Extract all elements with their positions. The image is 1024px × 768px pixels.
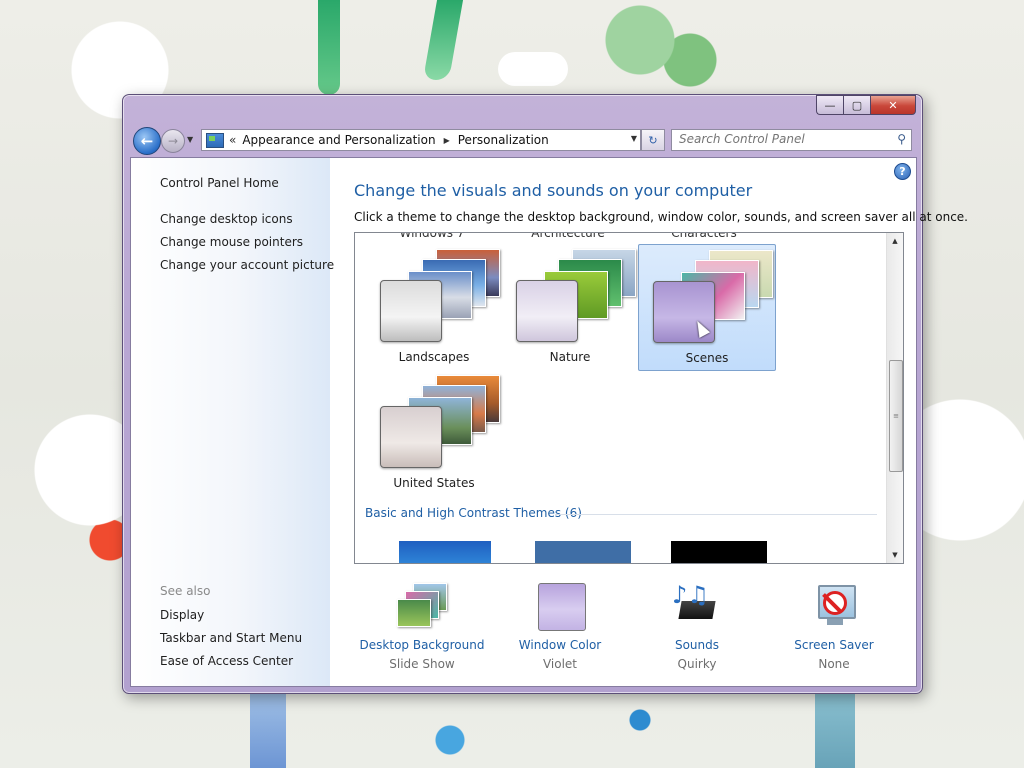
content-area: Control Panel Home Change desktop icons … [130,157,968,687]
breadcrumb-personalization[interactable]: Personalization [458,133,549,147]
music-notes-icon: ♪♫ [672,583,722,633]
window-color-value: Violet [542,657,578,671]
theme-gallery: Windows 7 Architecture Characters Landsc… [354,232,904,564]
window-color-label[interactable]: Window Color [495,638,625,652]
display-link[interactable]: Display [160,608,204,622]
navigation-bar: ← → ▼ « Appearance and Personalization ▶… [131,126,914,155]
window-color-icon [535,583,586,633]
minimize-button[interactable]: — [816,95,843,115]
search-input[interactable] [672,130,889,148]
change-desktop-icons-link[interactable]: Change desktop icons [160,212,293,226]
scroll-up-arrow-icon[interactable]: ▲ [887,233,903,249]
scroll-down-arrow-icon[interactable]: ▼ [887,547,903,563]
sounds-setting[interactable]: ♪♫ Sounds Quirky [632,583,762,671]
search-icon[interactable]: ⚲ [897,132,906,146]
window-color-swatch [516,280,578,342]
personalization-window: — ▢ ✕ ← → ▼ « Appearance and Personaliza… [122,94,968,694]
theme-tile-scenes[interactable]: Scenes [638,244,776,371]
window-color-setting[interactable]: Window Color Violet [495,583,625,671]
theme-label-partial[interactable]: Windows 7 [367,233,497,240]
address-bar[interactable]: « Appearance and Personalization ▶ Perso… [201,129,641,151]
theme-tile-united-states[interactable]: United States [366,370,502,495]
theme-name: Landscapes [398,350,470,364]
help-button[interactable]: ? [894,163,911,180]
address-dropdown-arrow-icon[interactable]: ▼ [631,134,637,143]
wallpaper-decoration [498,52,568,86]
page-subtitle: Click a theme to change the desktop back… [354,210,968,224]
address-overflow-chevron[interactable]: « [229,133,236,147]
desktop-background-icon [397,583,447,633]
search-box[interactable]: ⚲ [671,129,912,151]
breadcrumb-separator-arrow-icon[interactable]: ▶ [444,136,450,145]
gallery-scrollbar[interactable]: ▲ ≡ ▼ [886,233,903,563]
breadcrumb-appearance[interactable]: Appearance and Personalization [242,133,435,147]
group-divider [555,514,877,515]
theme-tile-nature[interactable]: Nature [502,244,638,369]
desktop-background-value: Slide Show [389,657,455,671]
ease-of-access-center-link[interactable]: Ease of Access Center [160,654,293,668]
caption-buttons: — ▢ ✕ [816,95,916,115]
theme-label-partial[interactable]: Characters [639,233,769,240]
theme-tile-windows-basic[interactable] [399,541,491,563]
maximize-button[interactable]: ▢ [843,95,871,115]
page-title: Change the visuals and sounds on your co… [354,181,753,200]
window-color-swatch [380,406,442,468]
back-button[interactable]: ← [133,127,161,155]
screen-saver-value: None [818,657,850,671]
control-panel-home-link[interactable]: Control Panel Home [160,176,279,190]
refresh-button[interactable]: ↻ [641,129,665,151]
wallpaper-decoration [250,690,286,768]
desktop-background-setting[interactable]: Desktop Background Slide Show [357,583,487,671]
taskbar-start-menu-link[interactable]: Taskbar and Start Menu [160,631,302,645]
theme-label-partial[interactable]: Architecture [503,233,633,240]
change-mouse-pointers-link[interactable]: Change mouse pointers [160,235,303,249]
sounds-label[interactable]: Sounds [632,638,762,652]
theme-name: Nature [549,350,591,364]
refresh-icon: ↻ [648,133,658,147]
close-button[interactable]: ✕ [871,95,916,115]
theme-name: United States [393,476,475,490]
group-header-basic-high-contrast[interactable]: Basic and High Contrast Themes (6) [365,506,877,520]
screen-saver-label[interactable]: Screen Saver [769,638,899,652]
scroll-grip-icon: ≡ [893,412,899,420]
change-account-picture-link[interactable]: Change your account picture [160,258,334,272]
theme-tile-windows-classic[interactable] [535,541,631,563]
window-color-swatch [380,280,442,342]
wallpaper-decoration [815,690,855,768]
recent-pages-dropdown[interactable]: ▼ [187,135,193,144]
scrollbar-thumb[interactable]: ≡ [889,360,903,472]
sounds-value: Quirky [677,657,717,671]
theme-tile-landscapes[interactable]: Landscapes [366,244,502,369]
wallpaper-decoration [422,0,464,80]
desktop-background-label[interactable]: Desktop Background [357,638,487,652]
theme-tile-high-contrast-black[interactable] [671,541,767,563]
screen-saver-icon [809,583,859,633]
task-pane: Control Panel Home Change desktop icons … [131,158,334,686]
theme-name: Scenes [685,351,729,365]
see-also-heading: See also [160,584,211,598]
control-panel-icon [206,132,224,148]
forward-button[interactable]: → [161,129,185,153]
screen-saver-setting[interactable]: Screen Saver None [769,583,899,671]
wallpaper-decoration [318,0,340,95]
